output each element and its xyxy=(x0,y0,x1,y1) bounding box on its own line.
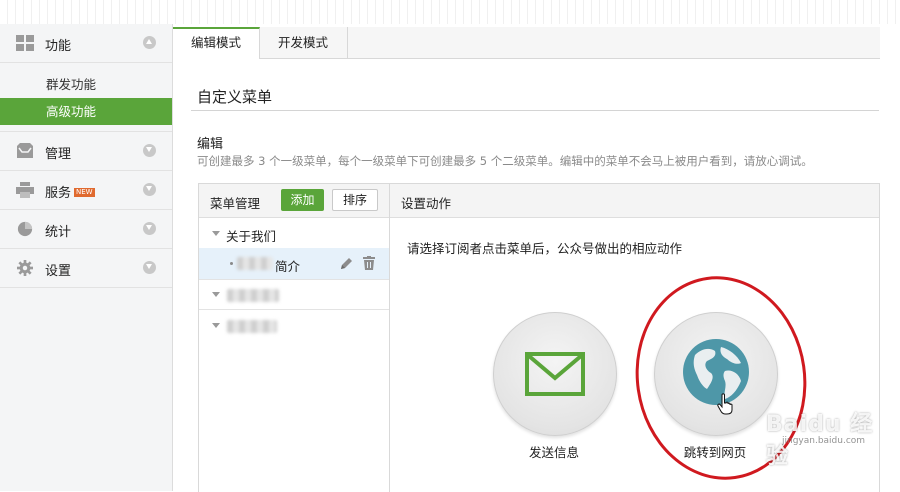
redacted-text xyxy=(227,320,277,333)
redacted-text xyxy=(237,257,273,270)
trash-icon[interactable] xyxy=(363,256,375,270)
send-message-action[interactable] xyxy=(493,312,617,436)
tab-dev-mode[interactable]: 开发模式 xyxy=(259,27,348,58)
inbox-icon xyxy=(17,143,33,158)
caret-down-icon[interactable] xyxy=(212,231,220,236)
menu-editor-panel: 菜单管理 添加 排序 关于我们 简介 设置动作 请选择订阅者点击菜单后，公众号做… xyxy=(198,183,880,492)
new-badge: NEW xyxy=(74,188,95,197)
tab-edit-mode[interactable]: 编辑模式 xyxy=(173,27,260,59)
sidebar-group-manage[interactable]: 管理 xyxy=(0,132,172,171)
menu-manager-title: 菜单管理 xyxy=(210,196,261,211)
top-strip xyxy=(0,0,900,24)
action-panel-title: 设置动作 xyxy=(401,196,452,211)
caret-down-icon[interactable] xyxy=(212,292,220,297)
sidebar-group-settings[interactable]: 设置 xyxy=(0,249,172,288)
sidebar-group-features[interactable]: 功能 xyxy=(0,24,172,63)
sidebar-group-label: 管理 xyxy=(45,147,72,162)
watermark-url: jingyan.baidu.com xyxy=(782,436,866,446)
pencil-icon[interactable] xyxy=(339,257,353,271)
sidebar-group-label: 服务 NEW xyxy=(45,186,95,201)
sidebar-group-label: 设置 xyxy=(45,264,72,279)
section-title: 编辑 xyxy=(197,137,224,152)
chevron-up-icon[interactable] xyxy=(143,36,156,49)
sidebar-group-service[interactable]: 服务 NEW xyxy=(0,171,172,210)
sidebar-group-label: 功能 xyxy=(45,39,72,54)
send-message-label: 发送信息 xyxy=(528,445,579,460)
chevron-down-icon[interactable] xyxy=(143,261,156,274)
printer-icon xyxy=(16,182,34,198)
grid-icon xyxy=(16,35,34,51)
chevron-down-icon[interactable] xyxy=(143,222,156,235)
page-title: 自定义菜单 xyxy=(197,88,273,106)
sidebar-item-broadcast[interactable]: 群发功能 xyxy=(0,71,172,98)
menu-item-redacted[interactable] xyxy=(199,279,389,310)
sidebar-group-label: 统计 xyxy=(45,225,72,240)
chevron-down-icon[interactable] xyxy=(143,144,156,157)
caret-down-icon[interactable] xyxy=(212,323,220,328)
action-instruction: 请选择订阅者点击菜单后，公众号做出的相应动作 xyxy=(407,241,683,256)
menu-manager: 菜单管理 添加 排序 关于我们 简介 xyxy=(199,184,390,492)
chevron-down-icon[interactable] xyxy=(143,183,156,196)
sort-menu-button[interactable]: 排序 xyxy=(332,189,378,211)
submenu-item-intro[interactable]: 简介 xyxy=(199,248,389,279)
menu-item-redacted[interactable] xyxy=(199,310,389,341)
sidebar: 功能 群发功能 高级功能 管理 服务 NEW 统计 设置 xyxy=(0,24,173,491)
redacted-text xyxy=(227,289,279,302)
divider xyxy=(191,110,879,111)
menu-manager-header: 菜单管理 添加 排序 xyxy=(199,184,389,218)
menu-item-label: 关于我们 xyxy=(226,229,277,244)
bullet xyxy=(230,262,233,265)
pie-chart-icon xyxy=(17,221,33,237)
add-menu-button[interactable]: 添加 xyxy=(281,189,324,211)
mode-tabs: 编辑模式 开发模式 xyxy=(173,27,880,59)
section-description: 可创建最多 3 个一级菜单，每个一级菜单下可创建最多 5 个二级菜单。编辑中的菜… xyxy=(197,154,813,168)
action-panel-header: 设置动作 xyxy=(390,184,879,218)
submenu-item-label: 简介 xyxy=(275,259,301,274)
menu-item-about[interactable]: 关于我们 xyxy=(199,218,389,249)
envelope-icon xyxy=(525,352,585,396)
sidebar-group-stats[interactable]: 统计 xyxy=(0,210,172,249)
sidebar-item-advanced[interactable]: 高级功能 xyxy=(0,98,172,125)
gear-icon xyxy=(17,260,33,276)
